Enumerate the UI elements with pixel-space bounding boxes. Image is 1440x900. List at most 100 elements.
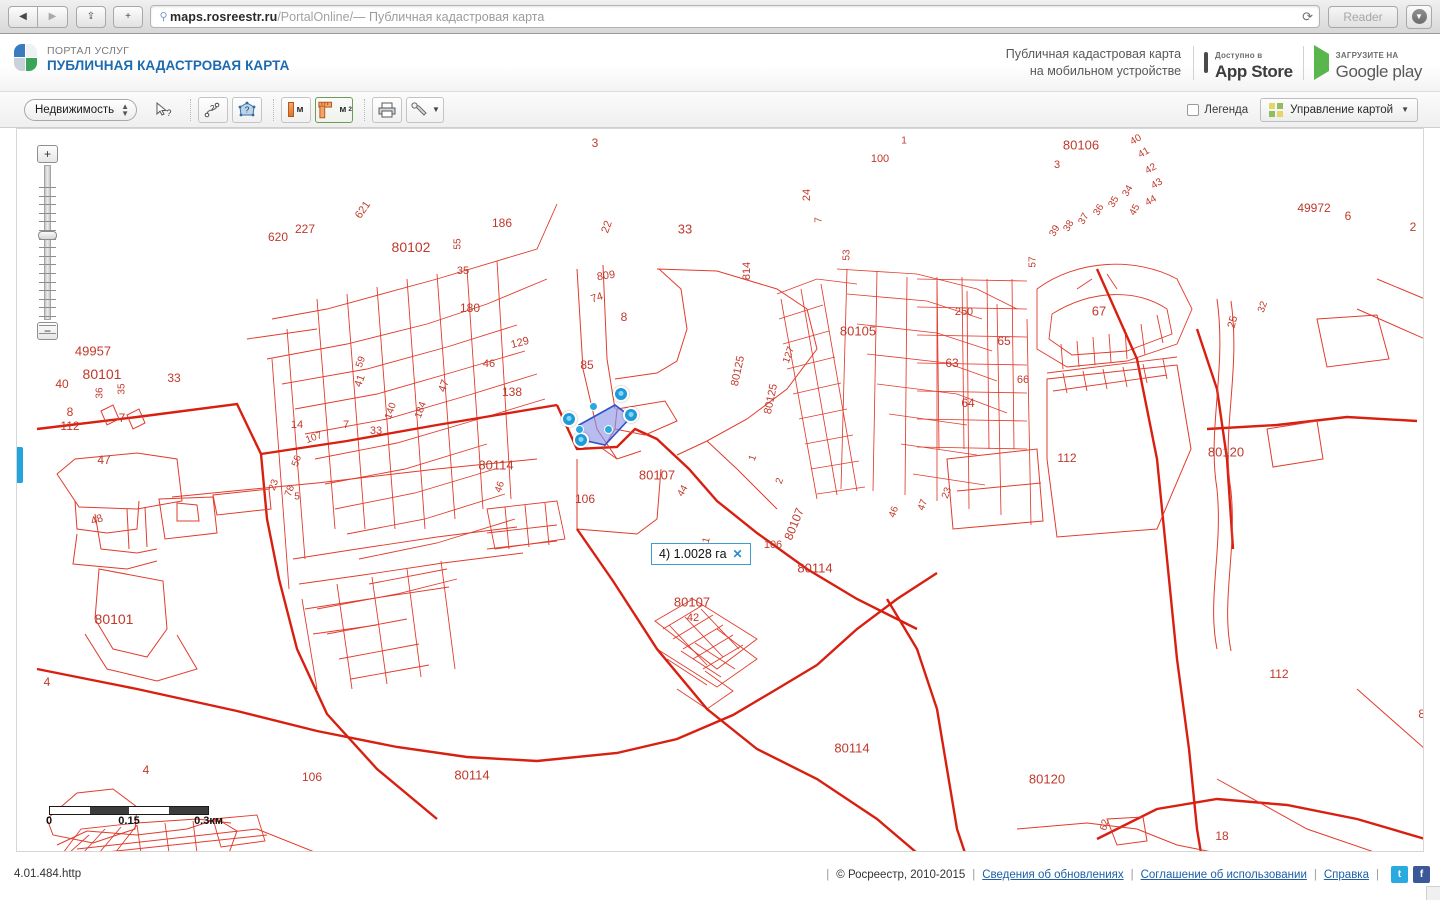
map-label: 138	[501, 385, 523, 399]
map-label: 46	[482, 358, 496, 370]
downloads-button[interactable]: ▼	[1406, 4, 1432, 29]
promo-line-2: на мобильном устройстве	[1029, 64, 1182, 78]
updates-link[interactable]: Сведения об обновлениях	[982, 869, 1123, 881]
parcel-info-tool[interactable]: ?	[232, 96, 262, 123]
map-label: 40	[55, 377, 69, 391]
print-tool[interactable]	[372, 96, 402, 123]
map-label: 35	[116, 383, 128, 395]
measurement-vertex-handle[interactable]	[613, 386, 629, 402]
url-host: maps.rosreestr.ru	[170, 9, 278, 24]
map-label: 53	[841, 249, 853, 261]
promo-text: Публичная кадастровая карта на мобильном…	[1005, 46, 1195, 80]
map-label: 180	[459, 301, 481, 315]
measure-length-unit: м	[296, 104, 304, 115]
twitter-icon[interactable]: t	[1391, 866, 1408, 883]
map-label: 63	[945, 356, 959, 370]
map-label: 55	[452, 238, 464, 250]
map-label: 100	[870, 153, 890, 165]
new-tab-button[interactable]: +	[113, 5, 143, 28]
measurement-vertex-handle[interactable]	[561, 411, 577, 427]
address-bar[interactable]: ⚲ maps.rosreestr.ru /PortalOnline/ — Пуб…	[150, 5, 1320, 28]
brand[interactable]: ПОРТАЛ УСЛУГ ПУБЛИЧНАЯ КАДАСТРОВАЯ КАРТА	[14, 44, 290, 74]
measurement-tooltip[interactable]: 4) 1.0028 га ✕	[651, 543, 751, 565]
map-control-button[interactable]: Управление картой ▼	[1260, 97, 1418, 122]
map-control-label: Управление картой	[1290, 103, 1394, 116]
share-button[interactable]: ⇪	[76, 5, 106, 28]
map-label: 80120	[1207, 444, 1245, 460]
map-label: 80106	[1062, 137, 1100, 153]
map-label: 66	[1016, 374, 1030, 386]
promo-line-1: Публичная кадастровая карта	[1005, 47, 1182, 61]
measurement-vertex-handle[interactable]	[573, 432, 589, 448]
app-store-big: App Store	[1215, 62, 1293, 81]
map-label: 80114	[478, 457, 514, 473]
copyright-label: © Росреестр, 2010-2015	[836, 868, 966, 881]
map-canvas[interactable]: 49957 80101 40 36 35 33 8 112 7 47 48 620 227 621 186 8…	[16, 128, 1424, 852]
map-label: 814	[741, 261, 753, 281]
map-label: 49957	[74, 343, 112, 359]
reader-button[interactable]: Reader	[1328, 5, 1398, 28]
toolbar-separator-2	[273, 98, 274, 121]
back-button[interactable]: ◀	[8, 5, 38, 28]
measurement-midpoint-handle[interactable]	[588, 401, 598, 411]
phone-icon	[1204, 52, 1209, 73]
ruler-vertical-icon	[288, 102, 295, 117]
zoom-in-button[interactable]: +	[37, 145, 58, 163]
legend-checkbox[interactable]: Легенда	[1187, 103, 1248, 116]
version-label: 4.01.484.http	[14, 868, 82, 880]
toolbar-separator-3	[364, 98, 365, 121]
panel-expand-handle[interactable]	[17, 447, 23, 483]
measure-length-tool[interactable]: м	[281, 96, 311, 123]
map-label: 80101	[82, 366, 122, 382]
measure-area-sup: 2	[348, 106, 352, 113]
map-label: 80114	[454, 767, 490, 783]
facebook-icon[interactable]: f	[1413, 866, 1430, 883]
close-icon[interactable]: ✕	[733, 547, 743, 561]
layers-grid-icon	[1269, 102, 1284, 117]
app-store-badge[interactable]: Доступно в App Store	[1194, 46, 1304, 81]
measurement-vertex-handle[interactable]	[623, 407, 639, 423]
map-label: 33	[167, 371, 181, 385]
measure-area-unit: м	[339, 104, 347, 115]
category-select[interactable]: Недвижимость ▲ ▼	[24, 98, 137, 121]
query-tool[interactable]: ?	[198, 96, 228, 123]
reload-icon[interactable]: ⟳	[1295, 9, 1313, 25]
map-label: 85	[580, 358, 594, 372]
map-label: 227	[294, 222, 316, 236]
scale-end-label: 0.3км	[194, 815, 223, 827]
map-label: 80120	[1028, 771, 1066, 787]
google-play-badge[interactable]: ЗАГРУЗИТЕ НА Google play	[1304, 45, 1432, 81]
map-label: 186	[491, 216, 513, 230]
measurement-midpoint-handle[interactable]	[574, 424, 584, 434]
map-label: 6	[1344, 209, 1352, 223]
tools-menu[interactable]: ▼	[406, 96, 444, 123]
map-label: 8	[66, 405, 74, 419]
select-info-tool[interactable]: ?	[149, 97, 179, 123]
portal-kicker: ПОРТАЛ УСЛУГ	[47, 45, 130, 57]
wrench-icon	[411, 101, 427, 116]
url-page-title: — Публичная кадастровая карта	[353, 9, 545, 24]
google-play-big: Google play	[1335, 62, 1423, 81]
page-footer: 4.01.484.http | © Росреестр, 2010-2015 |…	[0, 854, 1440, 900]
scrollbar-corner	[1426, 886, 1440, 900]
measurement-midpoint-handle[interactable]	[603, 424, 613, 434]
help-link[interactable]: Справка	[1324, 869, 1369, 881]
play-triangle-icon	[1313, 45, 1329, 80]
map-label: 33	[677, 221, 693, 237]
zoom-slider-thumb[interactable]	[38, 231, 57, 240]
terms-link[interactable]: Соглашение об использовании	[1141, 869, 1307, 881]
browser-toolbar: ◀ ▶ ⇪ + ⚲ maps.rosreestr.ru /PortalOnlin…	[0, 0, 1440, 34]
svg-text:?: ?	[210, 104, 215, 113]
map-label: 8	[620, 310, 628, 324]
google-play-small: ЗАГРУЗИТЕ НА	[1335, 51, 1399, 60]
map-label: 80105	[839, 323, 877, 339]
cursor-question-icon: ?	[156, 101, 172, 118]
download-icon: ▼	[1411, 9, 1427, 24]
map-label: 67	[1091, 303, 1107, 319]
map-label: 80114	[797, 560, 833, 576]
map-label: 42	[686, 612, 700, 624]
zoom-control[interactable]: + −	[37, 145, 58, 340]
svg-text:?: ?	[167, 108, 172, 118]
measure-area-tool[interactable]: м2	[315, 96, 353, 123]
forward-button[interactable]: ▶	[38, 5, 68, 28]
